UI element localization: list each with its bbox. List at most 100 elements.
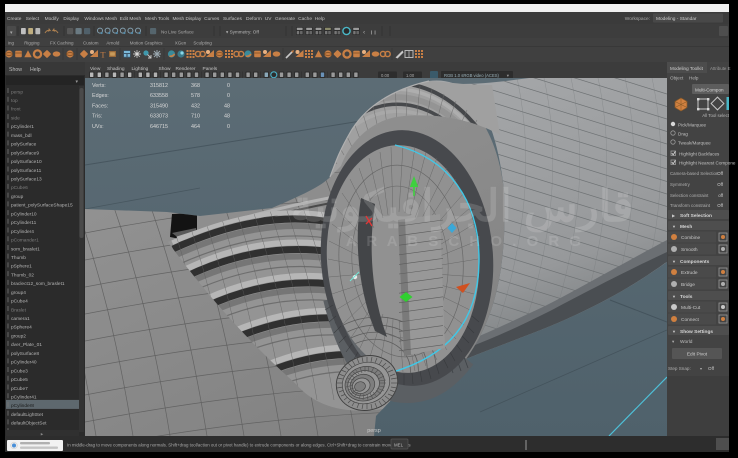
svg-text:Mesh Tools: Mesh Tools	[145, 16, 170, 22]
svg-text:Mesh Display: Mesh Display	[172, 16, 201, 22]
svg-text:Display: Display	[63, 16, 79, 22]
svg-text:Step Snap:: Step Snap:	[668, 366, 691, 371]
svg-text:Surfaces: Surfaces	[223, 16, 243, 22]
svg-text:Smooth: Smooth	[681, 247, 698, 253]
svg-text:Faces:: Faces:	[92, 103, 108, 109]
svg-text:polySurface9: polySurface9	[11, 150, 39, 156]
svg-text:Transform constraint: Transform constraint	[670, 203, 711, 208]
svg-text:defaultObjectSet: defaultObjectSet	[11, 421, 47, 427]
svg-text:pCylinder40: pCylinder40	[11, 360, 37, 366]
svg-text:mass_bdl: mass_bdl	[11, 133, 32, 139]
svg-text:XGen: XGen	[175, 41, 187, 46]
svg-text:▼: ▼	[672, 259, 676, 264]
svg-text:Edges:: Edges:	[92, 93, 109, 99]
svg-text:0: 0	[227, 124, 230, 130]
svg-text:polySurface13: polySurface13	[11, 177, 42, 183]
svg-text:ing: ing	[8, 41, 15, 46]
svg-text:Help: Help	[689, 76, 699, 81]
svg-text:710: 710	[191, 114, 200, 120]
svg-text:pCube3: pCube3	[11, 368, 28, 374]
svg-text:Pick/Marquee: Pick/Marquee	[678, 123, 707, 128]
svg-text:A R A B S C H O . O R G: A R A B S C H O . O R G	[346, 233, 584, 250]
svg-text:Help: Help	[30, 67, 41, 73]
svg-text:Windows: Windows	[84, 16, 104, 22]
svg-text:World: World	[680, 339, 693, 345]
svg-text:Mesh: Mesh	[680, 224, 692, 230]
svg-text:▼: ▼	[672, 294, 676, 299]
svg-text:Sculpting: Sculpting	[193, 41, 212, 46]
svg-text:1.00: 1.00	[406, 73, 415, 78]
svg-text:Camera-based Selection: Camera-based Selection	[670, 171, 719, 176]
svg-text:48: 48	[224, 114, 230, 120]
svg-text:group: group	[11, 194, 24, 200]
svg-text:‹: ‹	[363, 29, 365, 36]
svg-text:group2: group2	[11, 333, 26, 339]
svg-text:Components: Components	[680, 259, 710, 265]
svg-text:Symmetry: Symmetry	[670, 182, 691, 187]
svg-text:RGB 1.0 sRGB video (ACES): RGB 1.0 sRGB video (ACES)	[444, 73, 500, 78]
svg-text:UVs:: UVs:	[92, 124, 104, 130]
svg-text:Tools: Tools	[680, 294, 693, 300]
svg-text:Curves: Curves	[204, 16, 220, 22]
svg-text:Arnold: Arnold	[106, 41, 120, 46]
svg-text:Select: Select	[26, 16, 40, 22]
svg-text:pCylinder1: pCylinder1	[11, 124, 34, 130]
svg-text:0: 0	[227, 93, 230, 99]
svg-text:Connect: Connect	[681, 317, 700, 323]
svg-text:patient_polySurfaceShape15: patient_polySurfaceShape15	[11, 203, 73, 209]
svg-text:Create: Create	[7, 16, 22, 22]
svg-text:315490: 315490	[150, 103, 168, 109]
svg-text:pSphere1: pSphere1	[11, 264, 32, 270]
svg-text:Cache: Cache	[298, 16, 312, 22]
svg-text:pCube7: pCube7	[11, 386, 28, 392]
svg-text:Mesh: Mesh	[105, 16, 117, 22]
svg-text:View: View	[90, 66, 101, 72]
svg-text:Verts:: Verts:	[92, 83, 106, 89]
svg-text:Thumb_02: Thumb_02	[11, 272, 34, 278]
svg-text:Drag: Drag	[678, 132, 688, 137]
svg-text:Help: Help	[315, 16, 325, 22]
svg-text:Multi-Cut: Multi-Cut	[681, 305, 701, 311]
svg-text:633558: 633558	[150, 93, 168, 99]
svg-text:▼: ▼	[672, 224, 676, 229]
svg-text:MEL: MEL	[394, 442, 404, 447]
svg-text:قارس الجرافيكونية: قارس الجرافيكونية	[291, 182, 634, 233]
svg-text:Multi-Compon: Multi-Compon	[695, 87, 724, 92]
svg-text:Braslet: Braslet	[11, 307, 27, 313]
svg-text:polySurface10: polySurface10	[11, 159, 42, 165]
svg-text:In middle-drag to move compone: In middle-drag to move components along …	[67, 443, 411, 448]
svg-text:646715: 646715	[150, 124, 168, 130]
svg-text:Motion Graphics: Motion Graphics	[130, 41, 164, 46]
svg-text:off: off	[718, 193, 724, 198]
svg-text:Renderer: Renderer	[176, 66, 196, 72]
svg-text:Tweak/Marquee: Tweak/Marquee	[678, 141, 711, 146]
svg-text:pCube6: pCube6	[11, 185, 28, 191]
svg-text:368: 368	[191, 83, 200, 89]
svg-text:Edit Pivot: Edit Pivot	[687, 352, 708, 358]
svg-text:Highlight Backfaces: Highlight Backfaces	[679, 151, 720, 156]
svg-text:315812: 315812	[150, 83, 168, 89]
svg-text:som_braslet1: som_braslet1	[11, 246, 40, 252]
svg-text:defaultLightSet: defaultLightSet	[11, 412, 44, 418]
svg-text:Bridge: Bridge	[681, 282, 695, 288]
svg-text:Soft Selection: Soft Selection	[680, 213, 712, 219]
svg-text:0.00: 0.00	[381, 73, 390, 78]
svg-text:Deform: Deform	[246, 16, 262, 22]
svg-text:Panels: Panels	[203, 66, 218, 72]
svg-text:464: 464	[191, 124, 200, 130]
svg-text:Off: Off	[717, 171, 724, 176]
svg-text:pComander1: pComander1	[11, 238, 39, 244]
svg-text:Modify: Modify	[45, 16, 60, 22]
svg-text:persp: persp	[367, 428, 381, 434]
svg-text:Shading: Shading	[107, 66, 125, 72]
svg-text:Off: Off	[717, 203, 724, 208]
svg-text:pCube4: pCube4	[11, 299, 28, 305]
svg-text:Off: Off	[717, 182, 724, 187]
svg-text:Generate: Generate	[275, 16, 295, 22]
svg-text:Custom: Custom	[83, 41, 99, 46]
svg-text:top: top	[11, 98, 18, 104]
svg-text:FX Caching: FX Caching	[50, 41, 74, 46]
svg-text:UV: UV	[265, 16, 272, 22]
svg-text:T: T	[100, 49, 106, 59]
svg-text:front: front	[11, 107, 21, 113]
